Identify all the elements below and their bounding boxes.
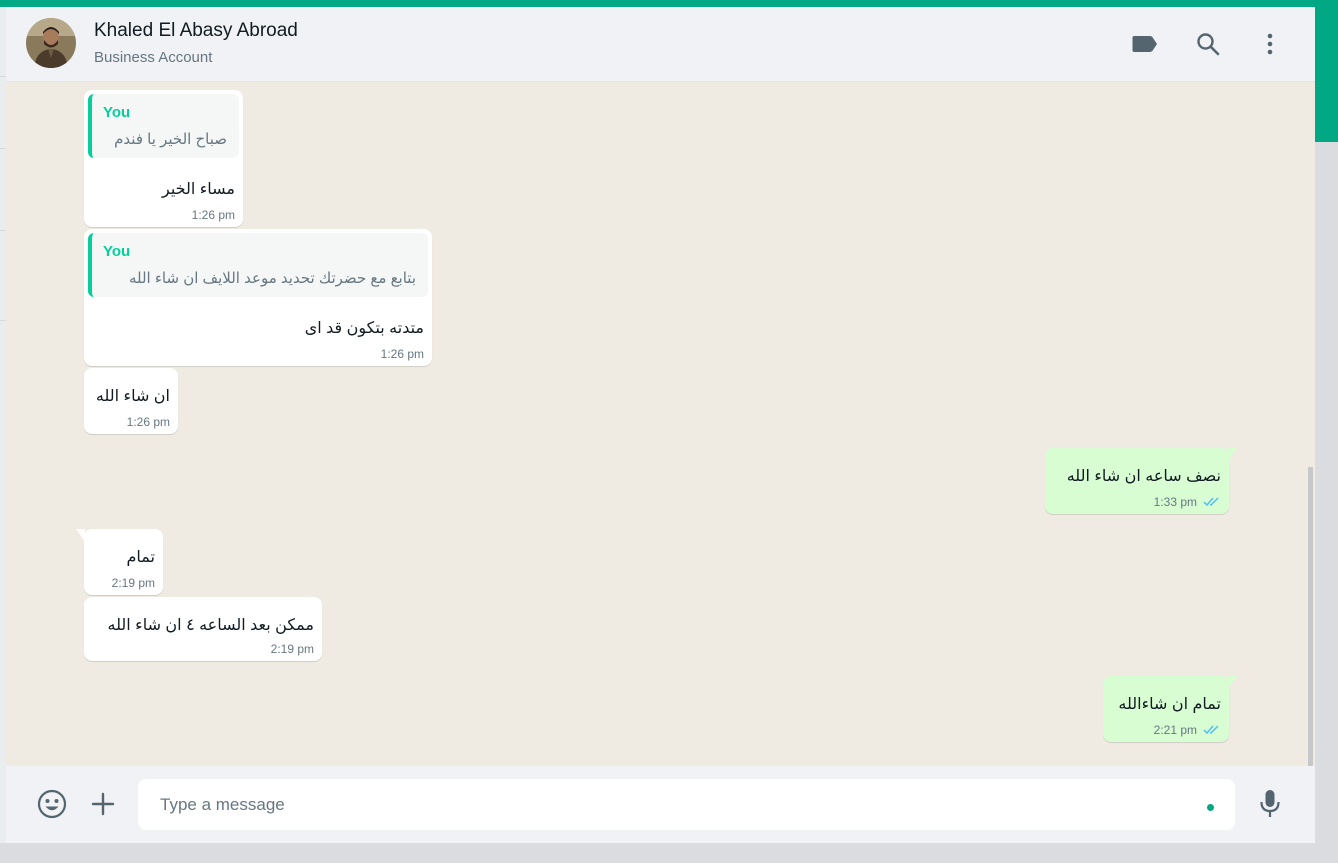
chat-scrollbar[interactable] [1308, 467, 1313, 766]
message-bubble-outgoing[interactable]: تمام ان شاءالله 2:21 pm [1103, 676, 1237, 742]
message-time: 1:26 pm [126, 415, 170, 429]
message-time: 2:21 pm [1153, 723, 1197, 737]
message-text: تمام [126, 549, 155, 566]
right-accent-bar [1315, 7, 1338, 142]
quoted-message[interactable]: You بتابع مع حضرتك تحديد موعد اللايف ان … [88, 233, 428, 297]
message-time: 2:19 pm [270, 642, 314, 656]
input-status-dot [1207, 804, 1214, 811]
quote-author: You [103, 104, 131, 121]
quote-author: You [103, 243, 131, 260]
message-text: مساء الخير [162, 181, 235, 198]
message-text: ممكن بعد الساعه ٤ ان شاء الله [107, 617, 314, 634]
read-receipt-icon [1203, 725, 1219, 735]
contact-name[interactable]: Khaled El Abasy Abroad [94, 20, 298, 42]
message-time: 1:33 pm [1153, 495, 1197, 509]
message-text: متدته بتكون قد اى [304, 320, 424, 337]
message-text: نصف ساعه ان شاء الله [1066, 468, 1221, 485]
message-bubble-incoming[interactable]: You صباح الخير يا فندم مساء الخير 1:26 p… [84, 90, 243, 227]
quote-text: صباح الخير يا فندم [114, 131, 227, 148]
message-list[interactable]: You صباح الخير يا فندم مساء الخير 1:26 p… [6, 82, 1315, 766]
quote-text: بتابع مع حضرتك تحديد موعد اللايف ان شاء … [128, 270, 416, 287]
emoji-icon[interactable] [35, 787, 69, 821]
microphone-icon[interactable] [1253, 787, 1287, 821]
message-bubble-incoming[interactable]: You بتابع مع حضرتك تحديد موعد اللايف ان … [84, 229, 432, 366]
quoted-message[interactable]: You صباح الخير يا فندم [88, 94, 239, 158]
chat-window: Khaled El Abasy Abroad Business Account … [6, 7, 1315, 843]
top-accent-strip [0, 0, 1338, 7]
message-bubble-incoming[interactable]: تمام 2:19 pm [76, 529, 163, 595]
message-input[interactable] [138, 779, 1235, 830]
search-icon[interactable] [1193, 29, 1223, 59]
message-text: تمام ان شاءالله [1118, 696, 1221, 713]
label-icon[interactable] [1130, 29, 1160, 59]
avatar[interactable] [26, 18, 76, 68]
right-background [1315, 142, 1338, 863]
message-text: ان شاء الله [95, 388, 170, 405]
read-receipt-icon [1203, 497, 1219, 507]
message-time: 1:26 pm [191, 208, 235, 222]
message-bubble-incoming[interactable]: ممكن بعد الساعه ٤ ان شاء الله 2:19 pm [84, 597, 322, 661]
message-time: 2:19 pm [111, 576, 155, 590]
message-bubble-outgoing[interactable]: نصف ساعه ان شاء الله 1:33 pm [1045, 448, 1237, 514]
attach-plus-icon[interactable] [86, 787, 120, 821]
chat-header[interactable]: Khaled El Abasy Abroad Business Account [6, 7, 1315, 82]
message-composer [6, 766, 1315, 843]
contact-subtitle: Business Account [94, 49, 213, 66]
message-bubble-incoming[interactable]: ان شاء الله 1:26 pm [84, 368, 178, 434]
menu-icon[interactable] [1255, 29, 1285, 59]
message-time: 1:26 pm [380, 347, 424, 361]
